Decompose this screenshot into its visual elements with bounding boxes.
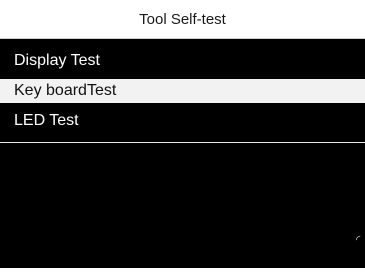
title-bar: Tool Self-test: [0, 0, 365, 39]
menu-item-label: Key boardTest: [14, 82, 117, 99]
page-title: Tool Self-test: [139, 10, 226, 28]
menu-item-label: LED Test: [14, 112, 79, 129]
menu-divider: [0, 142, 365, 143]
edge-mark-icon: ◜: [356, 234, 361, 246]
menu-item-keyboard-test[interactable]: Key boardTest: [0, 79, 365, 103]
test-menu: Display Test Key boardTest LED Test: [0, 49, 365, 139]
menu-item-led-test[interactable]: LED Test: [0, 109, 365, 133]
menu-item-label: Display Test: [14, 52, 100, 69]
device-screen: Tool Self-test Display Test Key boardTes…: [0, 0, 365, 268]
menu-item-display-test[interactable]: Display Test: [0, 49, 365, 73]
